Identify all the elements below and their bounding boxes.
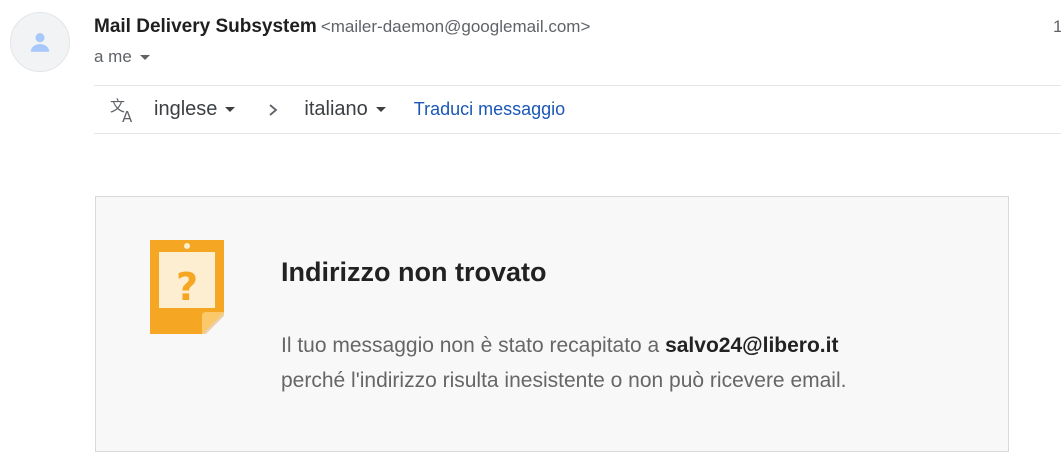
bounce-card: ? Indirizzo non trovato Il tuo messaggio… [95,196,1009,452]
translate-message-link[interactable]: Traduci messaggio [414,99,565,120]
source-language-select[interactable]: inglese [154,98,236,121]
sender-email: <mailer-daemon@googlemail.com> [320,17,591,36]
bounce-message: Il tuo messaggio non è stato recapitato … [281,328,981,398]
target-language-label: italiano [304,98,368,120]
translate-bar: 文 A inglese italiano Traduci messaggio [94,86,1061,133]
chevron-down-icon [139,54,150,60]
bounce-message-reason: perché l'indirizzo risulta inesistente o… [281,369,847,392]
sender-name[interactable]: Mail Delivery Subsystem [94,16,317,37]
translate-icon: 文 A [110,97,133,124]
message-date: 1 [1053,17,1061,36]
divider [94,133,1061,134]
svg-text:A: A [122,108,133,124]
email-view: Mail Delivery Subsystem <mailer-daemon@go… [0,0,1061,465]
source-language-label: inglese [154,98,218,120]
chevron-down-icon [225,107,236,112]
target-language-select[interactable]: italiano [304,98,386,121]
avatar[interactable] [10,12,70,72]
bounce-title: Indirizzo non trovato [281,257,547,287]
bounced-address: salvo24@libero.it [665,334,839,357]
sender-line: Mail Delivery Subsystem <mailer-daemon@go… [94,14,590,40]
question-note-icon: ? [150,240,224,334]
person-icon [30,33,50,52]
recipient-details-toggle[interactable]: a me [94,45,150,69]
bounce-message-intro: Il tuo messaggio non è stato recapitato … [281,334,666,357]
recipient-label: a me [94,47,132,66]
svg-text:?: ? [176,265,198,309]
chevron-down-icon [375,107,386,112]
chevron-right-icon [269,103,278,116]
